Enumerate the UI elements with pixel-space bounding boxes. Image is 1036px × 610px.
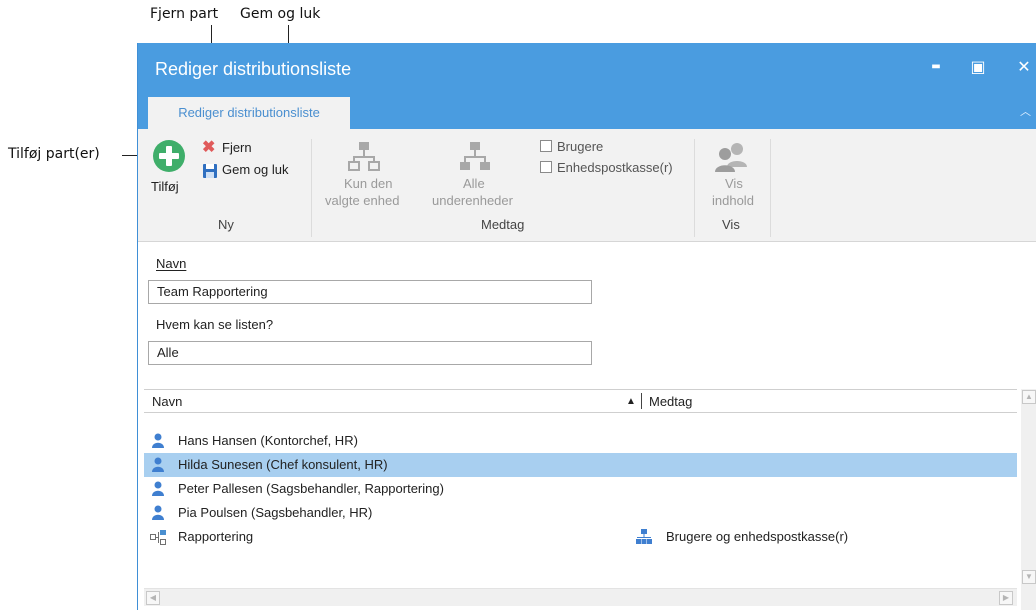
horizontal-scrollbar[interactable]: ◀ ▶ — [144, 588, 1017, 606]
users-checkbox-box — [540, 140, 552, 152]
only-selected-line2: valgte enhed — [325, 193, 400, 208]
scroll-up-button[interactable]: ▲ — [1022, 390, 1036, 404]
dialog-window: Rediger distributionsliste ▬ ▣ ✕ Rediger… — [137, 43, 1036, 610]
all-subunits-line2: underenheder — [432, 193, 513, 208]
ribbon: Tilføj ✖ Fjern Gem og luk Ny Kun den val… — [138, 129, 1036, 242]
only-selected-line1: Kun den — [344, 176, 393, 191]
org-chart-filled-icon — [460, 142, 490, 170]
collapse-ribbon-icon[interactable]: ︿ — [1020, 103, 1031, 119]
user-icon — [152, 457, 164, 472]
column-header-include[interactable]: Medtag — [649, 394, 692, 409]
callout-save-close: Gem og luk — [240, 6, 321, 22]
unit-icon — [150, 530, 166, 545]
list-item-name: Hilda Sunesen (Chef konsulent, HR) — [178, 457, 388, 472]
remove-label: Fjern — [222, 140, 252, 155]
group-new-label: Ny — [218, 217, 234, 232]
callout-remove-party: Fjern part — [150, 6, 219, 22]
user-icon — [152, 505, 164, 520]
users-group-icon — [715, 143, 747, 172]
list-header: Navn ▲ Medtag — [144, 389, 1017, 413]
mailbox-checkbox[interactable]: Enhedspostkasse(r) — [540, 160, 690, 178]
mailbox-checkbox-label: Enhedspostkasse(r) — [557, 160, 673, 175]
window-title: Rediger distributionsliste — [155, 59, 352, 79]
visibility-label: Hvem kan se listen? — [156, 317, 274, 332]
sort-ascending-icon[interactable]: ▲ — [626, 396, 636, 407]
ribbon-separator — [770, 139, 771, 237]
show-content-button[interactable]: Vis indhold — [704, 139, 760, 211]
users-checkbox-label: Brugere — [557, 139, 604, 154]
name-input[interactable]: Team Rapportering — [148, 280, 592, 304]
only-selected-unit-button[interactable]: Kun den valgte enhed — [324, 139, 404, 211]
close-button[interactable]: ✕ — [1010, 55, 1036, 79]
list-item-name: Pia Poulsen (Sagsbehandler, HR) — [178, 505, 373, 520]
minimize-button[interactable]: ▬ — [922, 55, 950, 79]
column-header-name[interactable]: Navn — [152, 394, 182, 409]
title-bar: Rediger distributionsliste ▬ ▣ ✕ — [138, 43, 1036, 97]
callout-add-parties: Tilføj part(er) — [8, 146, 100, 162]
name-label: Navn — [156, 256, 187, 271]
ribbon-separator — [694, 139, 695, 237]
list-item[interactable]: Hilda Sunesen (Chef konsulent, HR) — [144, 453, 1017, 477]
scroll-down-button[interactable]: ▼ — [1022, 570, 1036, 584]
add-label: Tilføj — [151, 179, 179, 194]
group-include-label: Medtag — [481, 217, 525, 232]
org-chart-icon — [348, 142, 380, 171]
list-item[interactable]: Peter Pallesen (Sagsbehandler, Rapporter… — [144, 477, 1017, 501]
list-item[interactable]: Rapportering Brugere og enhedspostkasse(… — [144, 525, 1017, 549]
user-icon — [152, 481, 164, 496]
list-item[interactable]: Hans Hansen (Kontorchef, HR) — [144, 429, 1017, 453]
vertical-scrollbar[interactable]: ▲ ▼ — [1021, 389, 1036, 610]
save-disk-icon — [203, 164, 217, 178]
mailbox-checkbox-box — [540, 161, 552, 173]
maximize-button[interactable]: ▣ — [964, 55, 992, 79]
scroll-right-button[interactable]: ▶ — [999, 591, 1013, 605]
tab-edit-distribution-list[interactable]: Rediger distributionsliste — [148, 97, 350, 129]
all-subunits-button[interactable]: Alle underenheder — [430, 139, 520, 211]
remove-button[interactable]: ✖ Fjern — [202, 139, 272, 159]
ribbon-separator — [311, 139, 312, 237]
list-item-name: Hans Hansen (Kontorchef, HR) — [178, 433, 358, 448]
show-content-line1: Vis — [725, 176, 743, 191]
add-button[interactable]: Tilføj — [150, 139, 190, 199]
scroll-left-button[interactable]: ◀ — [146, 591, 160, 605]
remove-x-icon: ✖ — [202, 139, 216, 156]
show-content-line2: indhold — [712, 193, 754, 208]
visibility-input[interactable]: Alle — [148, 341, 592, 365]
list-item[interactable]: Pia Poulsen (Sagsbehandler, HR) — [144, 501, 1017, 525]
save-close-label: Gem og luk — [222, 162, 289, 177]
list-item-name: Peter Pallesen (Sagsbehandler, Rapporter… — [178, 481, 444, 496]
all-subunits-line1: Alle — [463, 176, 485, 191]
column-divider — [641, 393, 642, 409]
user-icon — [152, 433, 164, 448]
org-chart-small-icon — [636, 529, 652, 544]
members-list: Navn ▲ Medtag Hans Hansen (Kontorchef, H… — [138, 389, 1036, 610]
list-item-include: Brugere og enhedspostkasse(r) — [666, 529, 849, 544]
save-close-button[interactable]: Gem og luk — [202, 161, 302, 181]
tab-bar: Rediger distributionsliste ︿ — [138, 97, 1036, 129]
list-item-name: Rapportering — [178, 529, 254, 544]
group-show-label: Vis — [722, 217, 740, 232]
add-circle-icon — [153, 140, 185, 172]
users-checkbox[interactable]: Brugere — [540, 139, 670, 157]
